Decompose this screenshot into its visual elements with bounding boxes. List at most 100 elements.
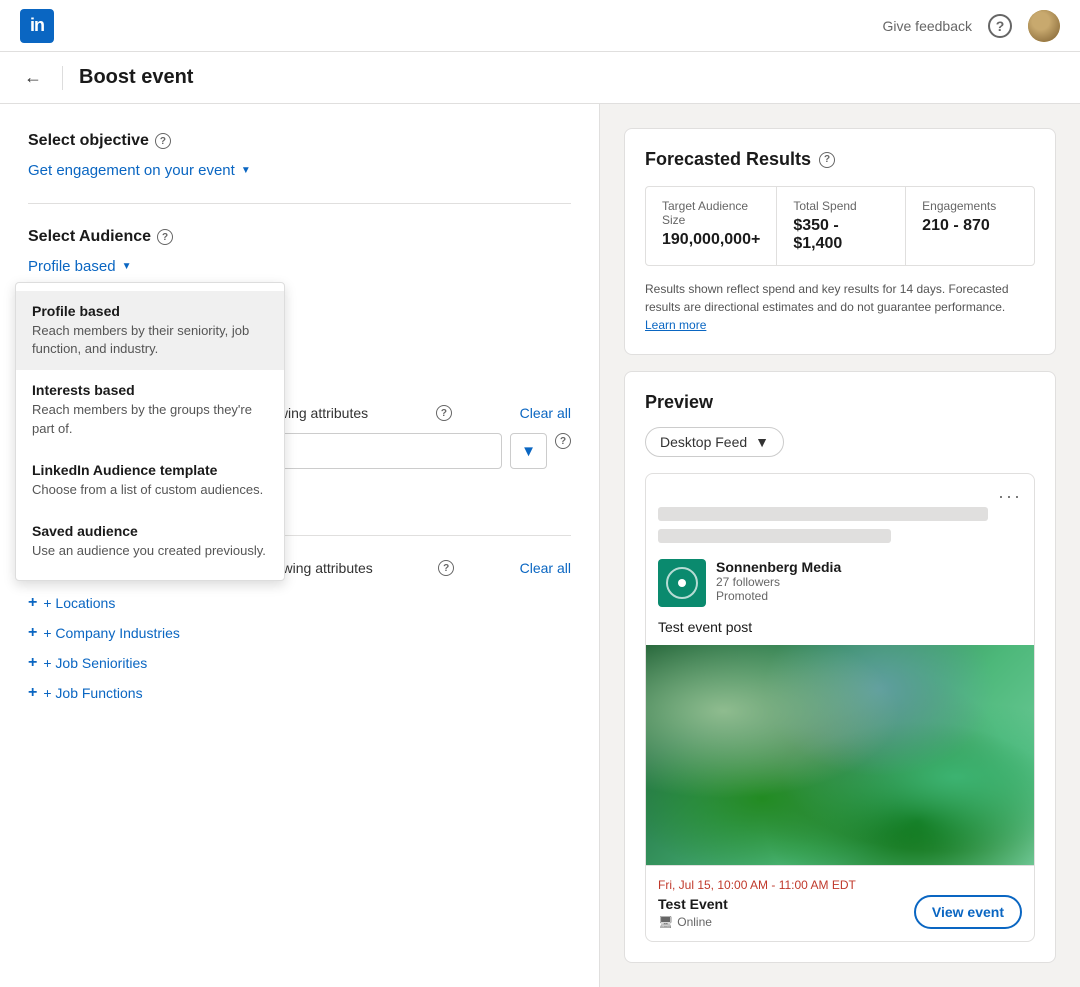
forecasted-results-card: Forecasted Results ? Target Audience Siz… bbox=[624, 128, 1056, 355]
learn-more-link[interactable]: Learn more bbox=[645, 318, 706, 332]
dropdown-item-title-2: Interests based bbox=[32, 382, 268, 398]
ad-placeholder-short bbox=[658, 529, 891, 543]
select-objective-label: Select objective bbox=[28, 132, 149, 150]
ad-company-row: Sonnenberg Media 27 followers Promoted bbox=[646, 551, 1034, 619]
add-locations-icon: + bbox=[28, 594, 37, 612]
ad-event-image bbox=[646, 645, 1034, 865]
page-title: Boost event bbox=[79, 66, 193, 89]
exclude-clear-all-button[interactable]: Clear all bbox=[520, 560, 571, 576]
exclude-info-icon[interactable]: ? bbox=[438, 560, 454, 576]
dropdown-item-desc-3: Choose from a list of custom audiences. bbox=[32, 481, 268, 499]
select-audience-label: Select Audience bbox=[28, 228, 151, 246]
view-event-button[interactable]: View event bbox=[914, 895, 1022, 929]
objective-dropdown-arrow: ▼ bbox=[241, 165, 251, 176]
objective-info-icon[interactable]: ? bbox=[155, 133, 171, 149]
add-functions-icon: + bbox=[28, 684, 37, 702]
avatar-image bbox=[1028, 10, 1060, 42]
dropdown-item-desc-1: Reach members by their seniority, job fu… bbox=[32, 322, 268, 358]
metric-engagements-label: Engagements bbox=[922, 199, 1018, 213]
event-details: Fri, Jul 15, 10:00 AM - 11:00 AM EDT Tes… bbox=[658, 878, 856, 929]
header-divider bbox=[62, 66, 63, 90]
metric-total-spend: Total Spend $350 - $1,400 bbox=[777, 187, 906, 265]
forecast-metrics: Target Audience Size 190,000,000+ Total … bbox=[645, 186, 1035, 266]
give-feedback-button[interactable]: Give feedback bbox=[883, 18, 973, 34]
add-industries-icon: + bbox=[28, 624, 37, 642]
metric-engagements-value: 210 - 870 bbox=[922, 217, 1018, 235]
add-job-functions-button[interactable]: + + Job Functions bbox=[28, 678, 143, 708]
add-locations-button[interactable]: + + Locations bbox=[28, 588, 115, 618]
add-locations-label: + Locations bbox=[43, 595, 115, 611]
back-button[interactable]: ← bbox=[20, 63, 46, 92]
audience-dropdown-menu: Profile based Reach members by their sen… bbox=[15, 282, 285, 581]
metric-engagements: Engagements 210 - 870 bbox=[906, 187, 1034, 265]
select-objective-section: Select objective ? bbox=[28, 132, 571, 150]
ad-preview: ··· Sonnenberg Media 27 followers Promot… bbox=[645, 473, 1035, 942]
objective-dropdown[interactable]: Get engagement on your event ▼ bbox=[28, 162, 251, 179]
dropdown-item-desc-4: Use an audience you created previously. bbox=[32, 542, 268, 560]
forecast-info-icon[interactable]: ? bbox=[819, 152, 835, 168]
dropdown-item-desc-2: Reach members by the groups they're part… bbox=[32, 401, 268, 437]
objective-value: Get engagement on your event bbox=[28, 162, 235, 179]
help-icon[interactable]: ? bbox=[988, 14, 1012, 38]
event-date: Fri, Jul 15, 10:00 AM - 11:00 AM EDT bbox=[658, 878, 856, 892]
company-logo-dot bbox=[678, 579, 686, 587]
company-followers: 27 followers bbox=[716, 575, 841, 589]
include-clear-all-button[interactable]: Clear all bbox=[520, 405, 571, 421]
ad-placeholder-long bbox=[658, 507, 988, 521]
preview-card: Preview Desktop Feed ▼ ··· bbox=[624, 371, 1056, 963]
dropdown-item-title-1: Profile based bbox=[32, 303, 268, 319]
event-location: 🖥 Online bbox=[658, 915, 856, 929]
company-logo-inner bbox=[666, 567, 698, 599]
right-panel: Forecasted Results ? Target Audience Siz… bbox=[600, 104, 1080, 987]
audience-dropdown-arrow: ▼ bbox=[122, 261, 132, 272]
nav-left: in bbox=[20, 9, 54, 43]
add-company-industries-button[interactable]: + + Company Industries bbox=[28, 618, 180, 648]
add-job-seniorities-button[interactable]: + + Job Seniorities bbox=[28, 648, 147, 678]
succulent-background bbox=[646, 645, 1034, 865]
company-logo bbox=[658, 559, 706, 607]
company-promoted: Promoted bbox=[716, 589, 841, 603]
preview-title: Preview bbox=[645, 392, 1035, 413]
dropdown-item-interests-based[interactable]: Interests based Reach members by the gro… bbox=[16, 370, 284, 449]
ad-post-text: Test event post bbox=[646, 619, 1034, 645]
dropdown-item-linkedin-template[interactable]: LinkedIn Audience template Choose from a… bbox=[16, 450, 284, 511]
metric-spend-value: $350 - $1,400 bbox=[793, 217, 889, 253]
exclude-section: Exclude people who have any of the follo… bbox=[28, 560, 571, 708]
feed-selector-arrow: ▼ bbox=[755, 434, 769, 450]
feed-selector-label: Desktop Feed bbox=[660, 434, 747, 450]
section-divider-1 bbox=[28, 203, 571, 204]
select-audience-section: Select Audience ? bbox=[28, 228, 571, 246]
add-industries-label: + Company Industries bbox=[43, 625, 180, 641]
main-layout: Select objective ? Get engagement on you… bbox=[0, 104, 1080, 987]
company-name: Sonnenberg Media bbox=[716, 559, 841, 575]
left-panel: Select objective ? Get engagement on you… bbox=[0, 104, 600, 987]
top-navigation: in Give feedback ? bbox=[0, 0, 1080, 52]
feed-selector-button[interactable]: Desktop Feed ▼ bbox=[645, 427, 784, 457]
location-icon: 🖥 bbox=[658, 915, 673, 929]
nav-right: Give feedback ? bbox=[883, 10, 1061, 42]
audience-info-icon[interactable]: ? bbox=[157, 229, 173, 245]
ad-event-bar: Fri, Jul 15, 10:00 AM - 11:00 AM EDT Tes… bbox=[646, 865, 1034, 941]
include-selector-info[interactable]: ? bbox=[555, 433, 571, 449]
event-title: Test Event bbox=[658, 896, 856, 912]
dropdown-item-title-4: Saved audience bbox=[32, 523, 268, 539]
dropdown-item-profile-based[interactable]: Profile based Reach members by their sen… bbox=[16, 291, 284, 370]
add-functions-label: + Job Functions bbox=[43, 685, 142, 701]
add-seniorities-icon: + bbox=[28, 654, 37, 672]
linkedin-logo[interactable]: in bbox=[20, 9, 54, 43]
sub-header: ← Boost event bbox=[0, 52, 1080, 104]
metric-audience-label: Target Audience Size bbox=[662, 199, 760, 227]
include-selector-dropdown[interactable]: ▼ bbox=[510, 433, 547, 469]
user-avatar[interactable] bbox=[1028, 10, 1060, 42]
audience-dropdown-value: Profile based bbox=[28, 258, 116, 275]
add-seniorities-label: + Job Seniorities bbox=[43, 655, 147, 671]
forecast-disclaimer: Results shown reflect spend and key resu… bbox=[645, 280, 1035, 334]
dropdown-item-saved-audience[interactable]: Saved audience Use an audience you creat… bbox=[16, 511, 284, 572]
dropdown-item-title-3: LinkedIn Audience template bbox=[32, 462, 268, 478]
metric-spend-label: Total Spend bbox=[793, 199, 889, 213]
forecast-title: Forecasted Results ? bbox=[645, 149, 1035, 170]
ad-header: ··· bbox=[646, 474, 1034, 507]
include-info-icon[interactable]: ? bbox=[436, 405, 452, 421]
ad-options-icon[interactable]: ··· bbox=[998, 486, 1022, 507]
audience-dropdown[interactable]: Profile based ▼ bbox=[28, 258, 131, 275]
